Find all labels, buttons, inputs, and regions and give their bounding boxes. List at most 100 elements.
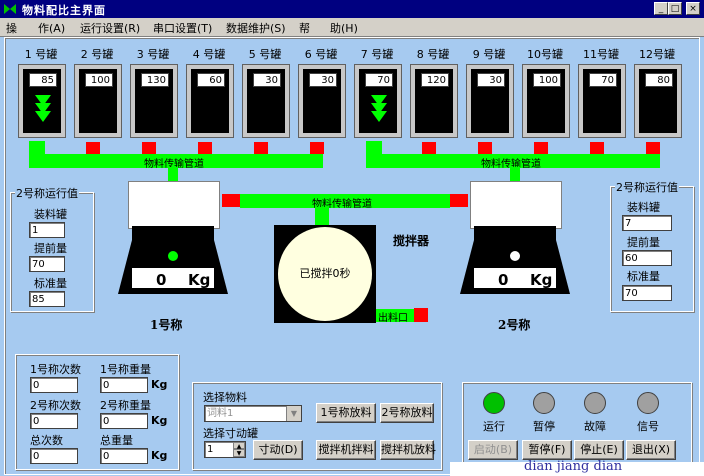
s1-weight-field[interactable]: 0 <box>100 377 148 393</box>
tank-label-6: 6 号罐 <box>304 48 338 61</box>
chevron-down-icon[interactable]: ▼ <box>286 406 301 421</box>
close-button[interactable]: × <box>686 2 700 15</box>
scale1-reading: 0 <box>156 271 167 289</box>
tank-5: 30 <box>242 64 290 138</box>
s1-weight-label: 1号称重量 <box>100 363 151 376</box>
tank-12: 80 <box>634 64 682 138</box>
tank-value: 30 <box>309 73 337 87</box>
left-tank-label: 装料罐 <box>34 208 67 221</box>
tank-label-5: 5 号罐 <box>248 48 282 61</box>
valve-scale1-out <box>222 194 240 207</box>
tank-8: 120 <box>410 64 458 138</box>
tank-value: 100 <box>533 73 561 87</box>
tank-value: 60 <box>197 73 225 87</box>
scale1-body <box>118 226 228 294</box>
right-pre-field[interactable]: 60 <box>622 250 672 266</box>
pipe-left-down <box>168 167 178 181</box>
s2-count-field[interactable]: 0 <box>30 413 78 429</box>
menu-run-settings[interactable]: 运行设置(R) <box>80 20 140 36</box>
tank-valve-8 <box>422 142 436 154</box>
tank-7: 70 <box>354 64 402 138</box>
s1-count-field[interactable]: 0 <box>30 377 78 393</box>
tank-label-7: 7 号罐 <box>360 48 394 61</box>
scale2-unit: Kg <box>530 271 553 289</box>
scale2-discharge-button[interactable]: 2号称放料 <box>380 403 434 423</box>
right-tank-label: 装料罐 <box>627 201 660 214</box>
valve-scale2-out <box>450 194 468 207</box>
jog-spinner[interactable]: 1 ▲ ▼ <box>204 441 246 458</box>
s2-count-label: 2号称次数 <box>30 399 81 412</box>
scale2-hopper <box>470 181 562 229</box>
scale1-name: 1号称 <box>150 318 183 332</box>
menu-operate-2[interactable]: 作(A) <box>38 20 65 36</box>
window-title: 物料配比主界面 <box>22 4 106 17</box>
signal-lamp <box>637 392 659 414</box>
right-std-field[interactable]: 70 <box>622 285 672 301</box>
discharge-arrow-icon <box>35 95 51 122</box>
tank-valve-9 <box>478 142 492 154</box>
tank-valve-6 <box>310 142 324 154</box>
s2-weight-label: 2号称重量 <box>100 399 151 412</box>
spin-down-icon[interactable]: ▼ <box>233 449 245 457</box>
s2-weight-field[interactable]: 0 <box>100 413 148 429</box>
title-bar[interactable]: 物料配比主界面 _ □ × <box>0 0 704 18</box>
scale1-unit: Kg <box>188 271 211 289</box>
left-tank-field[interactable]: 1 <box>29 222 65 238</box>
tank-label-9: 9 号罐 <box>472 48 506 61</box>
pipe-right-down <box>510 167 520 181</box>
main-window: 物料配比主界面 _ □ × 操 作(A) 运行设置(R) 串口设置(T) 数据维… <box>0 0 704 476</box>
tank-value: 30 <box>253 73 281 87</box>
total-count-label: 总次数 <box>30 434 63 447</box>
tank-valve-4 <box>198 142 212 154</box>
tank-value: 85 <box>29 73 57 87</box>
menu-serial-settings[interactable]: 串口设置(T) <box>153 20 212 36</box>
mixer-title: 搅拌器 <box>393 234 430 248</box>
tank-valve-11 <box>590 142 604 154</box>
menu-operate-1[interactable]: 操 <box>6 20 17 36</box>
stop-button[interactable]: 停止(E) <box>574 440 624 460</box>
pause-button[interactable]: 暂停(F) <box>522 440 572 460</box>
tank-label-2: 2 号罐 <box>80 48 114 61</box>
jog-title: 选择寸动罐 <box>203 427 258 440</box>
scale1-hopper <box>128 181 220 229</box>
outlet-label: 出料口 <box>378 313 408 324</box>
total-count-field[interactable]: 0 <box>30 448 78 464</box>
tank-valve-5 <box>254 142 268 154</box>
tank-valve-10 <box>534 142 548 154</box>
menu-data-maintenance[interactable]: 数据维护(S) <box>226 20 286 36</box>
tank-label-3: 3 号罐 <box>136 48 170 61</box>
minimize-button[interactable]: _ <box>654 2 668 15</box>
spin-up-icon[interactable]: ▲ <box>233 442 245 450</box>
menu-help-2[interactable]: 助(H) <box>330 20 358 36</box>
signal-label: 信号 <box>637 420 659 433</box>
material-select[interactable]: 词料1 ▼ <box>204 405 302 422</box>
right-tank-field[interactable]: 7 <box>622 215 672 231</box>
exit-button[interactable]: 退出(X) <box>626 440 676 460</box>
left-std-label: 标准量 <box>34 277 67 290</box>
mixer-discharge-button[interactable]: 搅拌机放料 <box>380 440 436 460</box>
maximize-button[interactable]: □ <box>668 2 682 15</box>
tank-label-11: 11号罐 <box>583 48 619 61</box>
right-pre-label: 提前量 <box>627 236 660 249</box>
tank-10: 100 <box>522 64 570 138</box>
start-button[interactable]: 启动(B) <box>468 440 518 460</box>
left-std-field[interactable]: 85 <box>29 291 65 307</box>
tank-valve-2 <box>86 142 100 154</box>
tank-value: 70 <box>365 73 393 87</box>
tank-value: 80 <box>645 73 673 87</box>
menu-help-1[interactable]: 帮 <box>299 20 310 36</box>
left-pre-field[interactable]: 70 <box>29 256 65 272</box>
bottom-overlay: dian jiang dian <box>450 459 704 476</box>
total-weight-unit: Kg <box>151 449 168 462</box>
left-run-title: 2号称运行值 <box>15 185 79 201</box>
scale1-discharge-button[interactable]: 1号称放料 <box>316 403 376 423</box>
scale2-body <box>460 226 570 294</box>
run-label: 运行 <box>483 420 505 433</box>
right-std-label: 标准量 <box>627 270 660 283</box>
tank-value: 100 <box>85 73 113 87</box>
menu-bar: 操 作(A) 运行设置(R) 串口设置(T) 数据维护(S) 帮 助(H) <box>0 18 704 37</box>
pipe-to-mixer <box>315 207 329 225</box>
mixer-mix-button[interactable]: 搅拌机拌料 <box>316 440 376 460</box>
jog-button[interactable]: 寸动(D) <box>253 440 303 460</box>
total-weight-field[interactable]: 0 <box>100 448 148 464</box>
